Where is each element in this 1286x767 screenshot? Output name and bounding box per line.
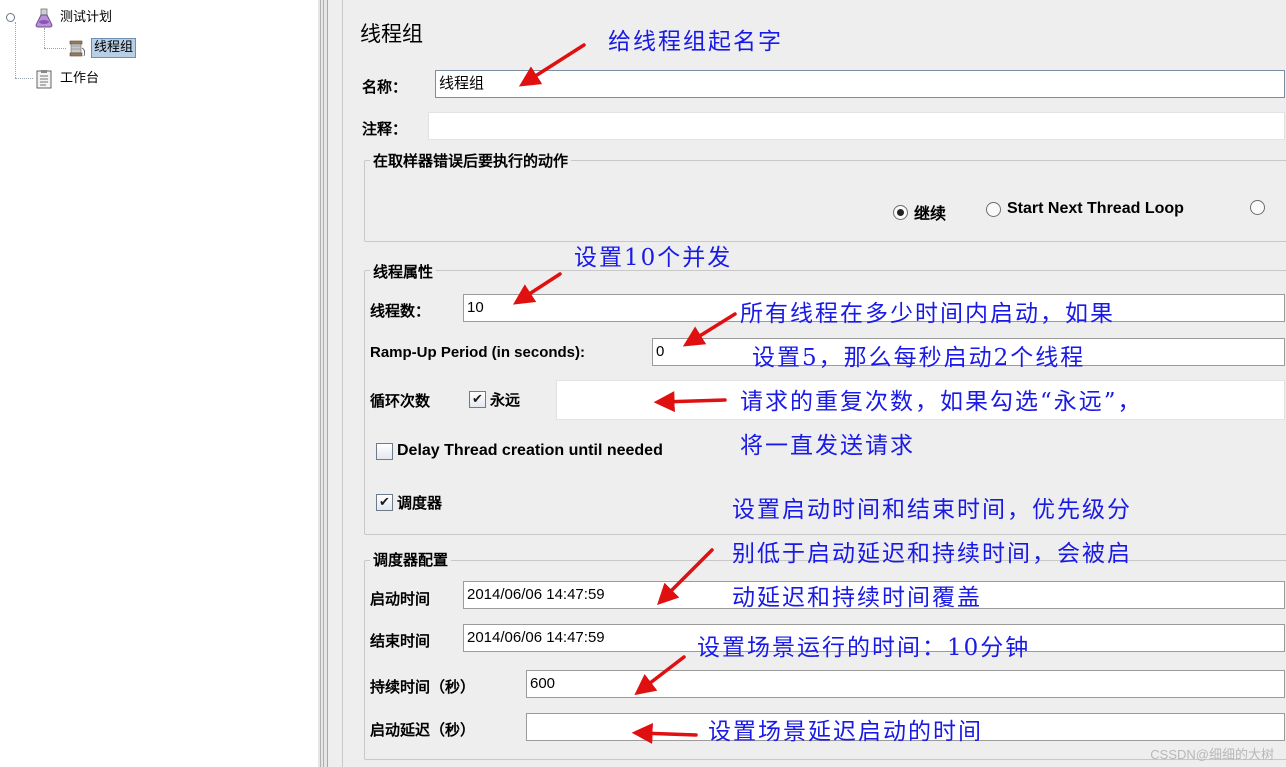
splitter-grip [320,0,321,767]
tree-item-workbench[interactable]: 工作台 [34,68,101,90]
flask-icon [34,8,54,28]
annotation-loop-line1: 请求的重复次数，如果勾选“永远”， [740,389,1143,415]
duration-input[interactable]: 600 [526,670,1285,698]
checkmark-icon: ✔ [376,494,393,511]
annotation-scheduler-line1: 设置启动时间和结束时间，优先级分 [732,497,1132,523]
tree-item-label: 线程组 [91,38,137,58]
radio-next-loop-label: Start Next Thread Loop [1007,200,1184,217]
threads-label: 线程数： [370,302,431,320]
splitter-grip [323,0,324,767]
tree-item-thread-group[interactable]: 线程组 [67,37,137,59]
clipboard-icon [34,69,54,89]
thread-properties-group-title: 线程属性 [370,261,437,282]
radio-continue-label: 继续 [914,206,947,223]
delay-thread-checkbox[interactable]: Delay Thread creation until needed [376,442,663,460]
pane-splitter[interactable] [318,0,327,767]
tree-connector [15,22,16,78]
tree-connector [44,28,45,48]
checkmark-icon: ✔ [469,391,486,408]
forever-label: 永远 [490,391,521,409]
radio-selected-icon [893,204,908,220]
annotation-delay: 设置场景延迟启动的时间 [708,719,983,745]
page-title: 线程组 [360,22,423,46]
rampup-label: Ramp-Up Period (in seconds): [370,344,586,361]
annotation-rampup-line2: 设置5，那么每秒启动2个线程 [752,345,1086,371]
spool-icon [67,38,87,58]
radio-unselected-icon [1250,200,1265,215]
radio-unselected-icon [986,201,1001,217]
annotation-loop-line2: 将一直发送请求 [740,433,915,459]
name-input[interactable]: 线程组 [435,70,1285,98]
comment-label: 注释： [362,120,408,138]
delay-thread-label: Delay Thread creation until needed [397,442,663,459]
tree-item-test-plan[interactable]: 测试计划 [34,7,114,29]
scheduler-config-group-title: 调度器配置 [370,549,452,570]
scheduler-checkbox[interactable]: ✔ 调度器 [376,492,442,513]
annotation-duration: 设置场景运行的时间：10分钟 [697,635,1031,661]
annotation-scheduler-line2: 别低于启动延迟和持续时间，会被启 [732,541,1132,567]
radio-continue[interactable]: 继续 [893,200,946,224]
scheduler-label: 调度器 [397,494,443,512]
tree-panel: 测试计划 线程组 工作台 [0,0,318,767]
tree-connector [15,78,33,79]
annotation-threads: 设置10个并发 [574,245,733,271]
startup-delay-label: 启动延迟（秒） [370,721,476,739]
error-action-group-title: 在取样器错误后要执行的动作 [370,150,572,171]
tree-connector [44,48,66,49]
watermark: CSSDN@细细的大树 [1150,747,1274,762]
annotation-name: 给线程组起名字 [608,29,783,55]
tree-item-label: 工作台 [60,71,100,86]
end-time-label: 结束时间 [370,632,431,650]
radio-start-next-loop[interactable]: Start Next Thread Loop [986,200,1184,218]
annotation-scheduler-line3: 动延迟和持续时间覆盖 [732,585,982,611]
duration-label: 持续时间（秒） [370,678,476,696]
forever-checkbox[interactable]: ✔ 永远 [469,389,520,410]
name-label: 名称： [362,78,408,96]
comment-input[interactable] [428,112,1285,140]
radio-stop-thread[interactable] [1250,200,1271,215]
tree-expand-handle[interactable] [6,13,15,22]
loop-label: 循环次数 [370,392,431,410]
tree-item-label: 测试计划 [60,10,113,25]
annotation-rampup-line1: 所有线程在多少时间内启动，如果 [740,301,1115,327]
checkbox-empty-icon [376,442,393,460]
start-time-label: 启动时间 [370,590,431,608]
